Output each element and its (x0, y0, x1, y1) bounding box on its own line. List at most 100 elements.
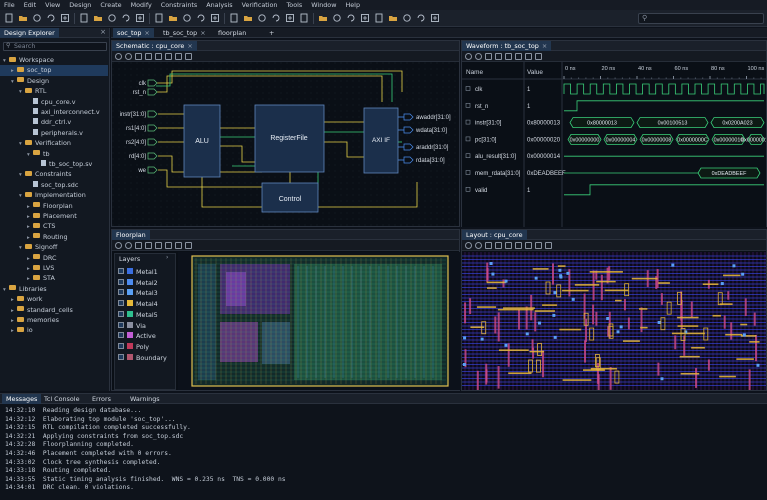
layer-checkbox[interactable] (118, 278, 124, 285)
layer-row-metal3[interactable]: Metal3 (118, 288, 158, 298)
zoom-in-icon[interactable] (168, 13, 179, 24)
tree-item-ddr-ctrl-v[interactable]: ddr_ctrl.v (0, 117, 108, 127)
tree-item-drc[interactable]: ▸ DRC (0, 253, 108, 263)
cross-icon[interactable] (430, 13, 441, 24)
undo-icon[interactable] (79, 13, 90, 24)
layer-checkbox[interactable] (118, 321, 124, 328)
grid-icon[interactable] (515, 241, 522, 249)
settings-icon[interactable] (545, 241, 552, 249)
fit-icon[interactable] (485, 241, 492, 249)
new-file-icon[interactable] (4, 13, 15, 24)
fit-icon[interactable] (196, 13, 207, 24)
save-all-icon[interactable] (46, 13, 57, 24)
tree-item-placement[interactable]: ▸ Placement (0, 211, 108, 221)
zoom-out-icon[interactable] (125, 241, 132, 249)
settings-icon[interactable] (185, 241, 192, 249)
run-icon[interactable] (135, 13, 146, 24)
layer-checkbox[interactable] (118, 353, 124, 360)
close-icon[interactable]: × (144, 29, 149, 37)
layer-row-poly[interactable]: Poly (118, 342, 149, 352)
layer-checkbox[interactable] (118, 342, 124, 349)
schematic-input-port[interactable]: clk (139, 79, 158, 87)
undo-2-icon[interactable] (107, 13, 118, 24)
layer-checkbox[interactable] (118, 300, 124, 307)
menu-view[interactable]: View (45, 1, 60, 9)
cpu-icon[interactable] (271, 13, 282, 24)
tree-item-cpu-core-v[interactable]: cpu_core.v (0, 97, 108, 107)
schematic-input-port[interactable]: rd[4:0] (129, 152, 158, 160)
layer-row-via[interactable]: Via (118, 321, 146, 331)
menu-constraints[interactable]: Constraints (161, 1, 197, 9)
schematic-input-port[interactable]: rst_n (133, 88, 158, 96)
open-folder-icon[interactable] (18, 13, 29, 24)
close-icon[interactable]: × (187, 42, 192, 50)
fit-icon[interactable] (135, 52, 142, 60)
search-icon[interactable] (374, 13, 385, 24)
select-icon[interactable] (495, 241, 502, 249)
layer-checkbox[interactable] (118, 332, 124, 339)
marker-icon[interactable] (505, 52, 512, 60)
menu-tools[interactable]: Tools (286, 1, 302, 9)
schematic-input-port[interactable]: rs1[4:0] (126, 124, 158, 132)
fit-icon[interactable] (485, 52, 492, 60)
select-icon[interactable] (145, 52, 152, 60)
console-tab-messages[interactable]: Messages (2, 394, 42, 404)
redo-icon[interactable] (93, 13, 104, 24)
schematic-input-port[interactable]: rs2[4:0] (126, 138, 158, 146)
explorer-search-input[interactable]: ⚲ Search (3, 42, 107, 51)
tree-item-tb-soc-top-sv[interactable]: tb_soc_top.sv (0, 159, 108, 169)
grid-icon[interactable] (165, 52, 172, 60)
layer-row-metal2[interactable]: Metal2 (118, 278, 158, 288)
prev-edge-icon[interactable] (515, 52, 522, 60)
zoom-out-icon[interactable] (475, 52, 482, 60)
menu-modify[interactable]: Modify (131, 1, 152, 9)
waveform-title-tab[interactable]: Waveform : tb_soc_top × (462, 41, 552, 51)
zoom-out-icon[interactable] (475, 241, 482, 249)
tree-item-work[interactable]: ▸ work (0, 294, 108, 304)
close-icon[interactable]: × (542, 42, 547, 50)
schematic-output-port[interactable]: rdata[31:0] (403, 156, 445, 164)
console-tab-errors[interactable]: Errors (88, 394, 115, 404)
add-icon[interactable] (332, 13, 343, 24)
cursor-icon[interactable] (495, 52, 502, 60)
report-icon[interactable] (346, 13, 357, 24)
console-tab-tcl-console[interactable]: Tcl Console (40, 394, 84, 404)
tree-item-design[interactable]: ▾ Design (0, 76, 108, 86)
layer-row-metal4[interactable]: Metal4 (118, 299, 158, 309)
layer-checkbox[interactable] (118, 310, 124, 317)
waveform-canvas[interactable]: Name Value 0 ns 20 ns 40 ns 60 ns 80 ns 100 ns c… (462, 62, 766, 227)
tree-item-axi-interconnect-v[interactable]: axi_interconnect.v (0, 107, 108, 117)
tree-item-standard-cells[interactable]: ▸ standard_cells (0, 305, 108, 315)
tree-item-signoff[interactable]: ▾ Signoff (0, 242, 108, 252)
tree-item-tb[interactable]: ▾ tb (0, 149, 108, 159)
compare-icon[interactable] (318, 13, 329, 24)
layers-menu-icon[interactable]: › (166, 254, 168, 261)
pan-icon[interactable] (154, 13, 165, 24)
settings-icon[interactable] (185, 52, 192, 60)
menu-design[interactable]: Design (69, 1, 91, 9)
tab-tb-soc-top[interactable]: tb_soc_top × (159, 28, 210, 38)
tree-item-cts[interactable]: ▸ CTS (0, 221, 108, 231)
zoom-out-icon[interactable] (182, 13, 193, 24)
zoom-in-icon[interactable] (465, 241, 472, 249)
layer-row-boundary[interactable]: Boundary (118, 353, 167, 363)
layer-checkbox[interactable] (118, 289, 124, 296)
tree-item-lvs[interactable]: ▸ LVS (0, 263, 108, 273)
menu-help[interactable]: Help (345, 1, 360, 9)
clock-icon[interactable] (299, 13, 310, 24)
tree-item-workspace[interactable]: ▾ Workspace (0, 55, 108, 65)
tree-item-soc-top-sdc[interactable]: soc_top.sdc (0, 180, 108, 190)
console-tab-warnings[interactable]: Warnings (126, 394, 164, 404)
tree-item-libraries[interactable]: ▾ Libraries (0, 284, 108, 294)
floorplan-canvas[interactable] (178, 252, 460, 390)
layer-row-metal1[interactable]: Metal1 (118, 267, 158, 277)
grid-icon[interactable] (165, 241, 172, 249)
tree-item-constraints[interactable]: ▾ Constraints (0, 169, 108, 179)
layers-icon[interactable] (175, 241, 182, 249)
refresh-icon[interactable] (121, 13, 132, 24)
target-icon[interactable] (416, 13, 427, 24)
layers-icon[interactable] (525, 241, 532, 249)
ruler-icon[interactable] (505, 241, 512, 249)
tree-item-peripherals-v[interactable]: peripherals.v (0, 128, 108, 138)
pan-icon[interactable] (155, 52, 162, 60)
